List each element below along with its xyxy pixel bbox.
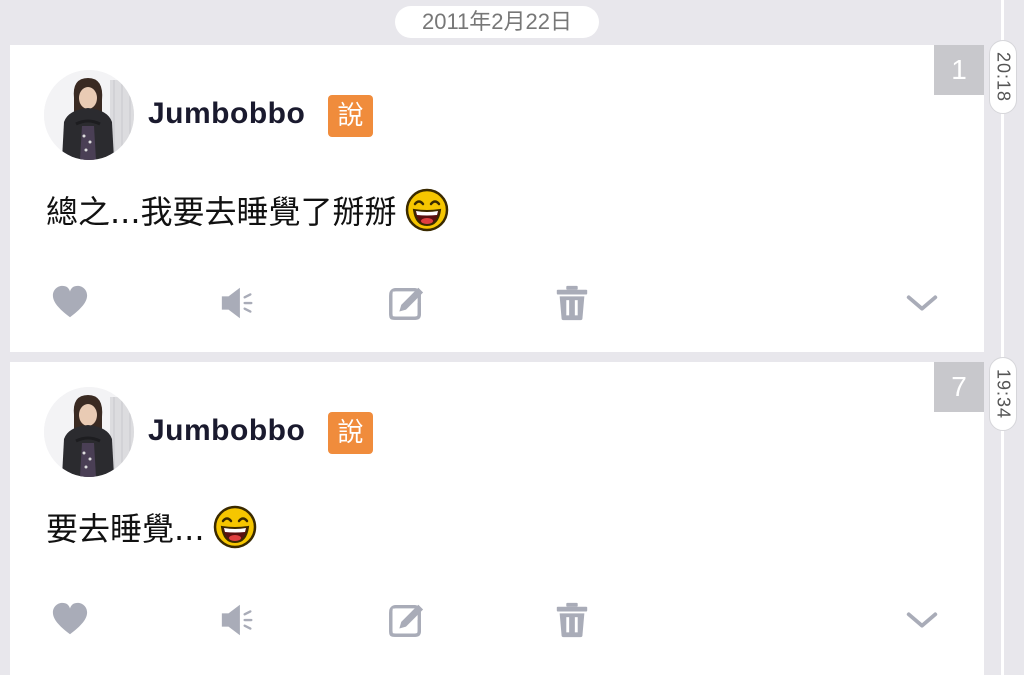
post-content: 總之...我要去睡覺了掰掰 [46,187,449,233]
avatar[interactable] [44,387,134,477]
post-text: 總之...我要去睡覺了掰掰 [46,193,397,231]
time-marker: 19:34 [989,357,1017,431]
edit-icon[interactable] [384,281,428,325]
time-marker: 20:18 [989,40,1017,114]
grinning-face-emoji-icon [213,505,257,549]
response-count-badge[interactable]: 7 [934,362,984,412]
action-bar [10,598,984,648]
date-separator: 2011年2月22日 [395,6,599,38]
trash-icon[interactable] [550,598,594,642]
post-content: 要去睡覺... [46,504,257,550]
heart-icon[interactable] [48,598,92,642]
edit-icon[interactable] [384,598,428,642]
mute-icon[interactable] [216,281,260,325]
chevron-down-icon[interactable] [900,281,944,325]
chevron-down-icon[interactable] [900,598,944,642]
post-text: 要去睡覺... [46,510,205,548]
trash-icon[interactable] [550,281,594,325]
post-time: 20:18 [993,51,1014,103]
mute-icon[interactable] [216,598,260,642]
response-count-badge[interactable]: 1 [934,45,984,95]
username[interactable]: Jumbobbo [148,97,305,131]
username[interactable]: Jumbobbo [148,414,305,448]
avatar[interactable] [44,70,134,160]
post-time: 19:34 [993,368,1014,420]
qualifier-badge: 說 [328,95,373,137]
action-bar [10,281,984,331]
qualifier-badge: 說 [328,412,373,454]
post-card[interactable]: 7 Jumbobbo 說 要去睡覺... [10,362,984,675]
grinning-face-emoji-icon [405,188,449,232]
heart-icon[interactable] [48,281,92,325]
post-card[interactable]: 1 Jumbobbo 說 總之...我要去睡覺了掰掰 [10,45,984,352]
